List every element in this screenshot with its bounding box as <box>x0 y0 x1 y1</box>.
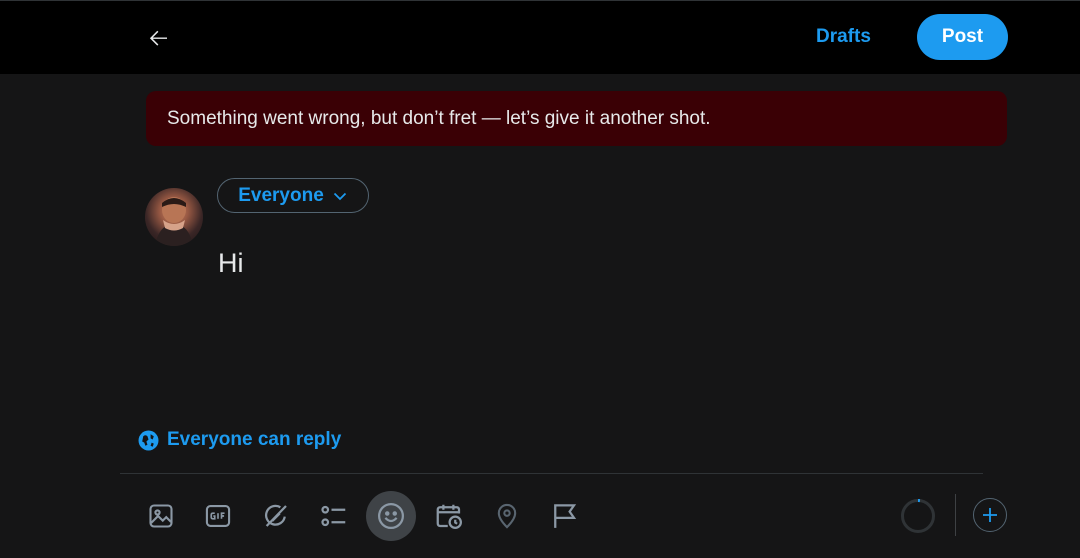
character-count-ring <box>901 499 935 533</box>
plus-icon <box>983 508 997 522</box>
emoji-button[interactable] <box>366 491 416 541</box>
error-banner: Something went wrong, but don’t fret — l… <box>146 91 1007 146</box>
audience-selector[interactable]: Everyone <box>217 178 369 213</box>
gif-icon <box>205 505 231 527</box>
post-button[interactable]: Post <box>917 14 1008 60</box>
poll-button[interactable] <box>313 495 355 537</box>
media-icon <box>149 504 173 528</box>
top-bar: Drafts Post <box>0 0 1080 74</box>
back-button[interactable] <box>140 21 178 55</box>
media-button[interactable] <box>140 495 182 537</box>
grok-icon <box>264 504 287 527</box>
globe-icon <box>138 430 159 450</box>
error-message: Something went wrong, but don’t fret — l… <box>167 107 711 129</box>
audience-label: Everyone <box>238 184 324 206</box>
toolbar-divider <box>120 473 983 474</box>
toolbar-separator <box>955 494 956 536</box>
emoji-icon <box>378 503 404 529</box>
drafts-link[interactable]: Drafts <box>804 19 883 55</box>
location-button[interactable] <box>486 495 528 537</box>
post-text: Hi <box>218 248 244 278</box>
chevron-down-icon <box>333 192 346 200</box>
gif-button[interactable] <box>197 495 239 537</box>
add-post-button[interactable] <box>973 498 1007 532</box>
avatar[interactable] <box>145 188 203 246</box>
avatar-photo <box>155 197 193 246</box>
flag-button[interactable] <box>543 495 585 537</box>
location-icon <box>497 503 517 529</box>
schedule-button[interactable] <box>428 495 470 537</box>
schedule-icon <box>436 504 462 529</box>
flag-icon <box>554 504 577 528</box>
post-text-input[interactable]: Hi <box>218 248 978 398</box>
arrow-left-icon <box>149 30 167 46</box>
grok-button[interactable] <box>255 495 297 537</box>
reply-settings-button[interactable]: Everyone can reply <box>138 426 341 454</box>
poll-icon <box>321 505 346 527</box>
reply-settings-label: Everyone can reply <box>167 429 342 450</box>
